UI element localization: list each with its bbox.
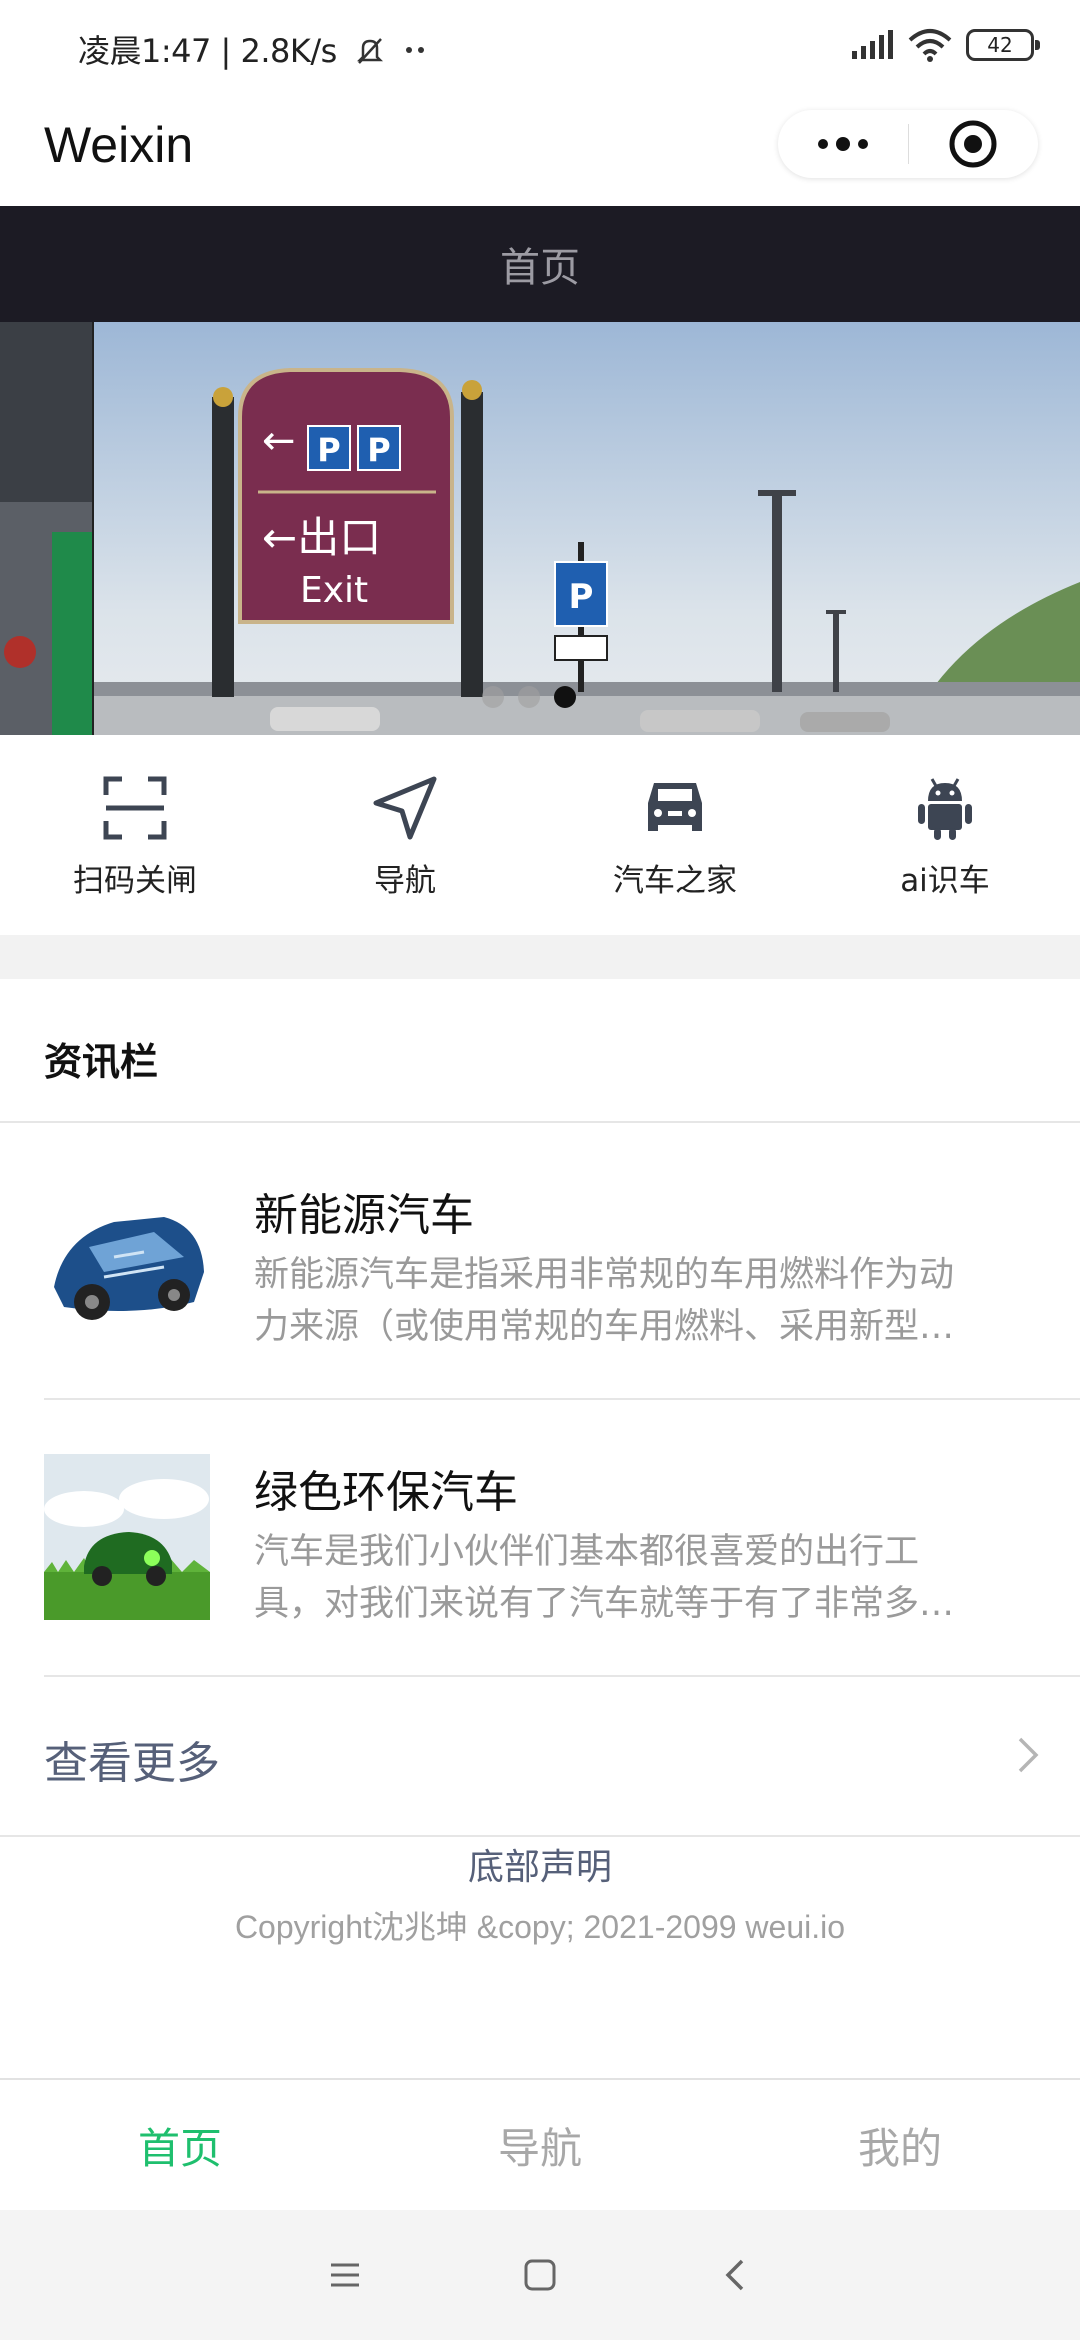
carousel-indicators [482, 686, 576, 708]
scan-icon [103, 776, 167, 840]
news-title: 新能源汽车 [254, 1190, 474, 1241]
svg-text:Exit: Exit [300, 570, 368, 611]
menu-lines-icon[interactable] [328, 2258, 362, 2292]
car-icon [648, 783, 702, 831]
navigation-bar: Weixin [0, 96, 1080, 206]
tab-bar: 首页 导航 我的 [0, 2078, 1080, 2210]
quick-nav-scan[interactable]: 扫码关闸 [0, 735, 270, 935]
android-icon [918, 778, 972, 840]
news-thumbnail [44, 1454, 210, 1620]
tab-mine[interactable]: 我的 [720, 2080, 1080, 2210]
target-close-icon [949, 120, 997, 168]
tab-navigation[interactable]: 导航 [360, 2080, 720, 2210]
system-navigation-bar [0, 2210, 1080, 2340]
news-heading: 资讯栏 [0, 979, 1080, 1123]
view-more-label: 查看更多 [44, 1738, 220, 1789]
svg-text:P: P [569, 577, 594, 617]
carousel-dot[interactable] [518, 686, 540, 708]
battery-level: 42 [987, 33, 1013, 57]
battery-icon: 42 [966, 29, 1040, 61]
status-bar: 凌晨1:47 | 2.8K/s 42 [0, 0, 1080, 96]
news-desc-line: 力来源（或使用常规的车用燃料、采用新型… [254, 1307, 955, 1347]
page-title: 首页 [500, 245, 580, 291]
svg-text:P: P [367, 431, 390, 469]
status-left: 凌晨1:47 | 2.8K/s [78, 26, 428, 72]
footer-copyright: Copyright沈兆坤 &copy; 2021-2099 weui.io [234, 1909, 846, 1945]
quick-nav-grid: 扫码关闸 导航 汽车之家 ai识车 [0, 735, 1080, 935]
news-desc-line: 汽车是我们小伙伴们基本都很喜爱的出行工 [254, 1532, 920, 1572]
quick-nav-label: 导航 [374, 863, 436, 899]
mute-bell-icon [356, 38, 383, 64]
navigation-arrow-icon [373, 776, 437, 840]
svg-text:←: ← [262, 418, 296, 464]
carousel-dot-active[interactable] [554, 686, 576, 708]
more-dots-icon [817, 137, 868, 151]
svg-text:P: P [317, 431, 340, 469]
menu-capsule [778, 110, 1038, 178]
signal-icon [852, 30, 893, 59]
quick-nav-label: 扫码关闸 [73, 863, 197, 899]
news-desc-line: 新能源汽车是指采用非常规的车用燃料作为动 [254, 1255, 955, 1295]
news-description: 汽车是我们小伙伴们基本都很喜爱的出行工 具，对我们来说有了汽车就等于有了非常多… [254, 1526, 1074, 1630]
news-item[interactable]: 绿色环保汽车 汽车是我们小伙伴们基本都很喜爱的出行工 具，对我们来说有了汽车就等… [44, 1400, 1080, 1677]
page-header: 首页 [0, 206, 1080, 322]
dots-icon [406, 47, 425, 53]
news-title: 绿色环保汽车 [254, 1467, 518, 1518]
wifi-icon [908, 29, 952, 62]
quick-nav-car-home[interactable]: 汽车之家 [540, 735, 810, 935]
app-title: Weixin [44, 117, 194, 173]
chevron-right-icon [1018, 1737, 1039, 1773]
back-arrow-icon[interactable] [718, 2257, 752, 2293]
quick-nav-label: ai识车 [900, 863, 990, 899]
banner-image: P ← P P ←出口 Exit [0, 322, 1080, 735]
news-desc-line: 具，对我们来说有了汽车就等于有了非常多… [254, 1584, 955, 1624]
carousel-dot[interactable] [482, 686, 504, 708]
news-item[interactable]: 新能源汽车 新能源汽车是指采用非常规的车用燃料作为动 力来源（或使用常规的车用燃… [44, 1123, 1080, 1400]
tab-home[interactable]: 首页 [0, 2080, 360, 2210]
news-thumbnail [44, 1177, 210, 1343]
more-button[interactable] [778, 110, 908, 178]
status-time-speed: 凌晨1:47 | 2.8K/s [78, 32, 337, 70]
section-gap [0, 935, 1080, 979]
banner-carousel[interactable]: P ← P P ←出口 Exit [0, 322, 1080, 735]
footer: 底部声明 Copyright沈兆坤 &copy; 2021-2099 weui.… [0, 1838, 1080, 1948]
quick-nav-label: 汽车之家 [613, 863, 737, 899]
quick-nav-ai-car[interactable]: ai识车 [810, 735, 1080, 935]
news-panel: 资讯栏 新能源汽车 新能源汽车是指采用非常规的车用燃料作为动 力来源（或使用常规… [0, 979, 1080, 1837]
news-description: 新能源汽车是指采用非常规的车用燃料作为动 力来源（或使用常规的车用燃料、采用新型… [254, 1249, 1074, 1353]
view-more-link[interactable]: 查看更多 [0, 1677, 1080, 1837]
close-miniprogram-button[interactable] [909, 110, 1039, 178]
quick-nav-navigation[interactable]: 导航 [270, 735, 540, 935]
footer-link[interactable]: 底部声明 [0, 1838, 1080, 1890]
home-square-icon[interactable] [522, 2257, 558, 2293]
status-right: 42 [850, 28, 1040, 62]
svg-text:←出口: ←出口 [262, 513, 381, 562]
